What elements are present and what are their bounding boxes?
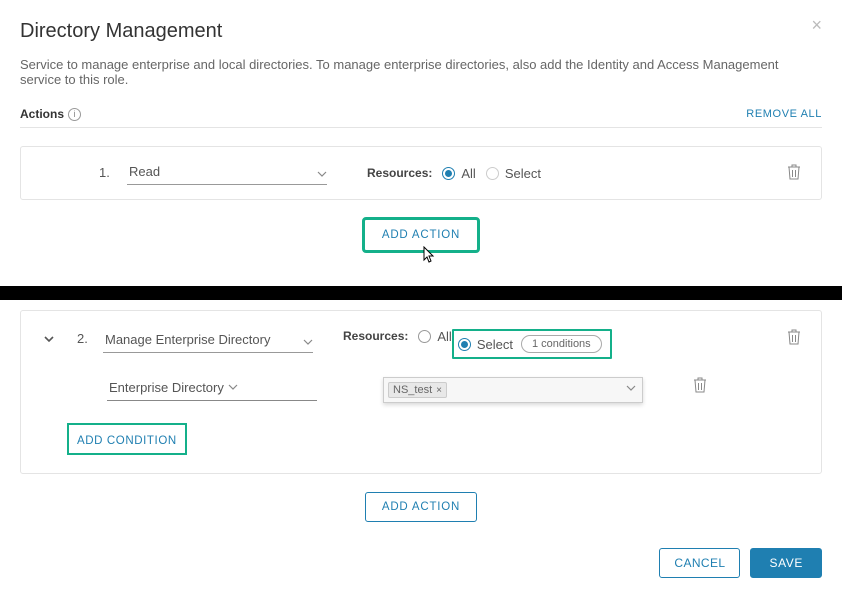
radio-select[interactable]: Select [458,337,513,352]
close-icon[interactable]: × [811,16,822,34]
chevron-down-icon [303,335,313,350]
resources-label: Resources: [367,166,432,180]
action-row-1: 1. Read Resources: All Select [20,146,822,200]
condition-attribute-value: Enterprise Directory [109,380,224,395]
action-select[interactable]: Read [127,161,327,185]
cursor-icon [421,246,437,266]
condition-row: Enterprise Directory NS_test × [57,359,801,413]
separator [0,286,842,300]
action-select-value: Read [129,164,160,179]
info-icon[interactable]: i [68,108,81,121]
cancel-button[interactable]: CANCEL [659,548,740,578]
action-index: 2. [77,331,88,346]
action-select[interactable]: Manage Enterprise Directory [103,329,313,353]
action-select-value: Manage Enterprise Directory [105,332,270,347]
radio-all[interactable]: All [442,166,475,181]
save-button[interactable]: SAVE [750,548,822,578]
add-condition-highlight: ADD CONDITION [67,423,187,455]
actions-label: Actions [20,107,64,121]
add-condition-button[interactable]: ADD CONDITION [69,425,185,453]
collapse-icon[interactable] [43,333,55,348]
radio-all[interactable]: All [418,329,451,344]
remove-tag-icon[interactable]: × [436,385,442,396]
page-title: Directory Management [20,20,822,43]
delete-condition-icon[interactable] [693,377,707,396]
action-row-2: 2. Manage Enterprise Directory Resources… [20,310,822,474]
delete-action-icon[interactable] [787,164,801,183]
chevron-down-icon [228,380,238,395]
conditions-badge[interactable]: 1 conditions [521,335,602,353]
resources-label: Resources: [343,329,408,343]
service-description: Service to manage enterprise and local d… [20,57,822,87]
tag: NS_test × [388,382,447,398]
tag-label: NS_test [393,384,432,396]
remove-all-button[interactable]: REMOVE ALL [746,108,822,120]
chevron-down-icon [626,381,636,396]
condition-attribute-select[interactable]: Enterprise Directory [107,377,317,401]
action-index: 1. [99,165,110,180]
select-conditions-highlight: Select 1 conditions [452,329,612,359]
condition-values-field[interactable]: NS_test × [383,377,643,403]
chevron-down-icon [317,167,327,182]
add-action-button[interactable]: ADD ACTION [365,492,477,522]
radio-select[interactable]: Select [486,166,541,181]
delete-action-icon[interactable] [787,329,801,348]
